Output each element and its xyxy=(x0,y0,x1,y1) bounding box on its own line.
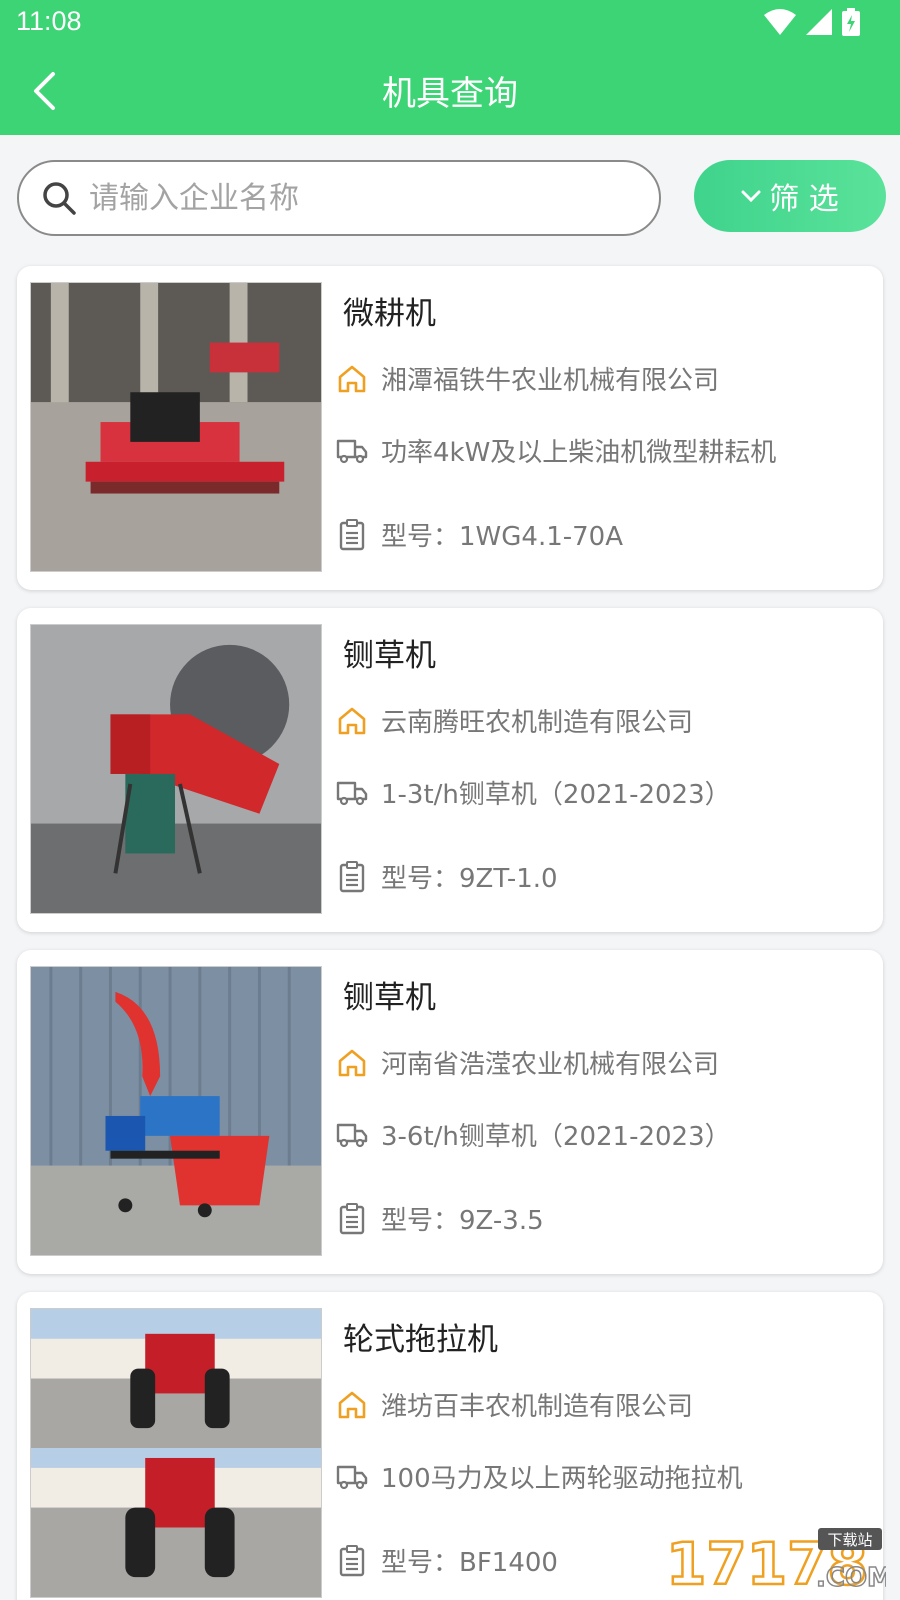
filter-label: 筛 选 xyxy=(769,182,839,217)
house-icon xyxy=(338,707,366,734)
company-name: 河南省浩滢农业机械有限公司 xyxy=(381,1050,720,1080)
machine-image xyxy=(30,282,322,572)
spec-row: 功率4kW及以上柴油机微型耕耘机 xyxy=(335,432,776,469)
signal-icon xyxy=(806,9,832,35)
chevron-down-icon xyxy=(741,190,761,203)
wifi-icon xyxy=(764,9,796,35)
svg-text:下载站: 下载站 xyxy=(827,1531,872,1549)
company-row: 河南省浩滢农业机械有限公司 xyxy=(335,1044,719,1081)
house-icon xyxy=(338,1391,366,1418)
model-row: 型号：BF1400 xyxy=(335,1542,558,1579)
company-name: 湘潭福铁牛农业机械有限公司 xyxy=(381,366,720,396)
machine-image xyxy=(30,624,322,914)
status-time: 11:08 xyxy=(16,6,82,36)
model-text: 型号：9Z-3.5 xyxy=(381,1206,544,1236)
spec-text: 功率4kW及以上柴油机微型耕耘机 xyxy=(381,438,777,468)
company-name: 潍坊百丰农机制造有限公司 xyxy=(381,1392,694,1422)
clipboard-icon xyxy=(339,1544,365,1576)
company-row: 潍坊百丰农机制造有限公司 xyxy=(335,1386,693,1423)
model-text: 型号：1WG4.1-70A xyxy=(381,522,623,552)
search-box[interactable] xyxy=(17,160,661,236)
clipboard-icon xyxy=(339,860,365,892)
machine-image xyxy=(30,1308,322,1598)
filter-button[interactable]: 筛 选 xyxy=(694,160,886,232)
truck-icon xyxy=(336,1123,368,1147)
truck-icon xyxy=(336,781,368,805)
machine-title: 铡草机 xyxy=(343,638,436,674)
spec-row: 100马力及以上两轮驱动拖拉机 xyxy=(335,1458,743,1495)
app-header: 11:08 机具查询 xyxy=(0,0,900,135)
clipboard-icon xyxy=(339,1202,365,1234)
truck-icon xyxy=(336,1465,368,1489)
machine-title: 轮式拖拉机 xyxy=(343,1322,498,1358)
house-icon xyxy=(338,1049,366,1076)
machine-card[interactable]: 铡草机 河南省浩滢农业机械有限公司 3-6t/h铡草机（2021-2023） 型… xyxy=(17,950,883,1274)
house-icon xyxy=(338,365,366,392)
search-input[interactable] xyxy=(89,180,629,216)
machine-card[interactable]: 微耕机 湘潭福铁牛农业机械有限公司 功率4kW及以上柴油机微型耕耘机 型号：1W… xyxy=(17,266,883,590)
model-row: 型号：9Z-3.5 xyxy=(335,1200,544,1237)
machine-image xyxy=(30,966,322,1256)
company-row: 云南腾旺农机制造有限公司 xyxy=(335,702,693,739)
company-row: 湘潭福铁牛农业机械有限公司 xyxy=(335,360,719,397)
machine-title: 微耕机 xyxy=(343,296,436,332)
spec-text: 1-3t/h铡草机（2021-2023） xyxy=(381,780,731,810)
status-icons xyxy=(764,8,860,36)
site-watermark-logo: 17178 下载站 .COM xyxy=(666,1528,886,1594)
clipboard-icon xyxy=(339,518,365,550)
spec-text: 3-6t/h铡草机（2021-2023） xyxy=(381,1122,731,1152)
spec-row: 3-6t/h铡草机（2021-2023） xyxy=(335,1116,731,1153)
machine-card[interactable]: 铡草机 云南腾旺农机制造有限公司 1-3t/h铡草机（2021-2023） 型号… xyxy=(17,608,883,932)
model-text: 型号：BF1400 xyxy=(381,1548,558,1578)
truck-icon xyxy=(336,439,368,463)
company-name: 云南腾旺农机制造有限公司 xyxy=(381,708,694,738)
spec-row: 1-3t/h铡草机（2021-2023） xyxy=(335,774,731,811)
svg-text:.COM: .COM xyxy=(816,1563,886,1593)
machine-title: 铡草机 xyxy=(343,980,436,1016)
battery-icon xyxy=(842,8,860,36)
model-row: 型号：9ZT-1.0 xyxy=(335,858,558,895)
spec-text: 100马力及以上两轮驱动拖拉机 xyxy=(381,1464,743,1494)
model-row: 型号：1WG4.1-70A xyxy=(335,516,623,553)
page-title: 机具查询 xyxy=(382,74,518,114)
search-icon xyxy=(43,182,76,215)
model-text: 型号：9ZT-1.0 xyxy=(381,864,558,894)
